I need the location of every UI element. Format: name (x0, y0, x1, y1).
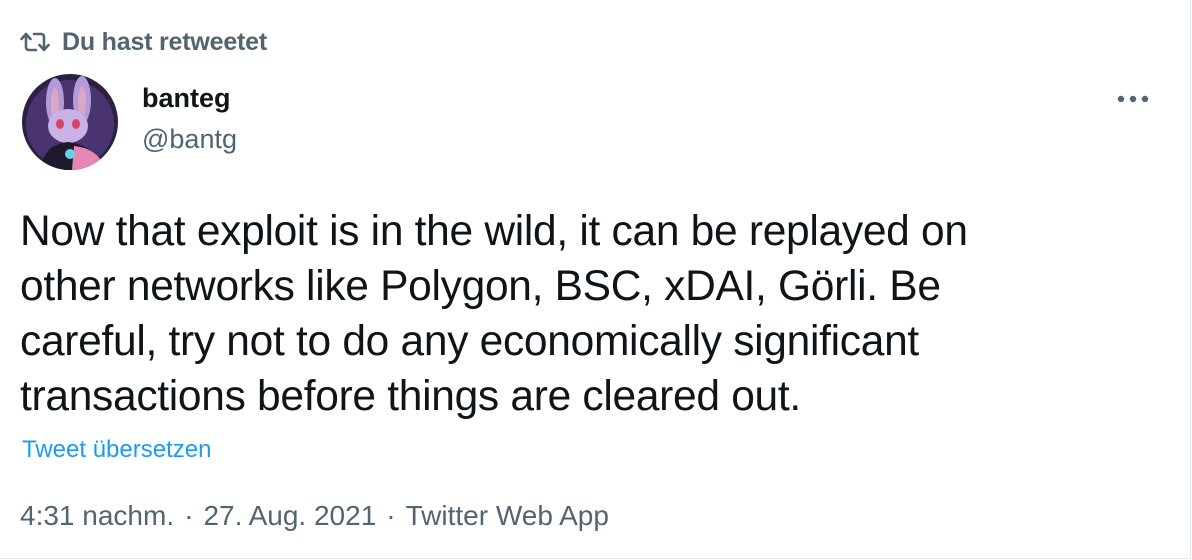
more-options-button[interactable] (1110, 80, 1156, 120)
more-icon (1116, 91, 1150, 109)
author-handle[interactable]: @bantg (142, 124, 237, 155)
retweet-context[interactable]: Du hast retweetet (20, 26, 267, 58)
tweet-text: Now that exploit is in the wild, it can … (20, 208, 968, 420)
tweet-metadata: 4:31 nachm. · 27. Aug. 2021 · Twitter We… (20, 500, 609, 532)
tweet-time[interactable]: 4:31 nachm. (20, 500, 174, 532)
meta-separator: · (184, 500, 194, 531)
translate-tweet-link[interactable]: Tweet übersetzen (22, 436, 211, 464)
avatar[interactable] (22, 74, 118, 170)
meta-separator: · (386, 500, 396, 531)
author-display-name[interactable]: banteg (142, 83, 231, 114)
tweet-date[interactable]: 27. Aug. 2021 (203, 500, 376, 532)
tweet-card: Du hast retweetet banteg @bantg Now that… (0, 0, 1191, 559)
retweet-label: Du hast retweetet (62, 27, 267, 56)
retweet-icon (20, 30, 50, 54)
tweet-source[interactable]: Twitter Web App (406, 500, 609, 532)
